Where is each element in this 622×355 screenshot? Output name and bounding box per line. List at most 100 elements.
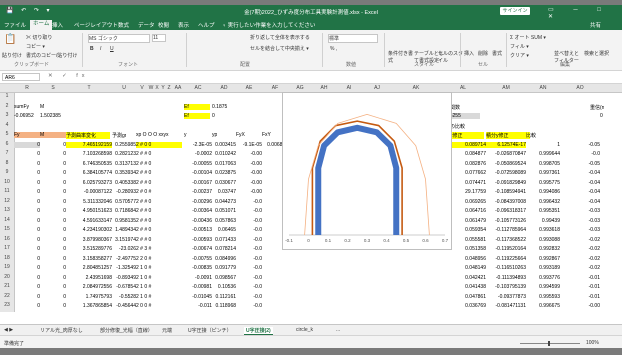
table-cell[interactable]: 2 1 0 # [136, 275, 182, 281]
row-header[interactable]: 18 [0, 254, 15, 264]
cell[interactable]: 0.1875 [212, 104, 227, 110]
table-cell[interactable]: -0.0 [236, 294, 262, 300]
column-header[interactable]: U [112, 85, 136, 91]
row-header[interactable]: 17 [0, 245, 15, 255]
table-cell[interactable]: -0.105773126 [486, 218, 526, 224]
table-cell[interactable]: -0.084397008 [486, 199, 526, 205]
table-cell[interactable]: 0 [14, 246, 40, 252]
table-cell[interactable]: -0.09377873 [486, 294, 526, 300]
sheet-nav-arrows[interactable]: ◀ ▶ [4, 327, 13, 333]
merge-center-button[interactable]: セルを結合して中央揃え ▾ [250, 45, 309, 52]
table-cell[interactable]: -0.00436 [184, 218, 212, 224]
table-cell[interactable]: -0.00237 [184, 189, 212, 195]
column-header[interactable]: AG [288, 85, 312, 91]
cell[interactable]: FyX [236, 132, 245, 138]
table-cell[interactable]: -0.050869524 [486, 161, 526, 167]
cell[interactable]: FxY [262, 132, 271, 138]
row-header[interactable]: 2 [0, 102, 15, 112]
row-header[interactable]: 5 [0, 131, 15, 141]
table-cell[interactable]: 0 [40, 303, 66, 309]
table-cell[interactable]: 2 # # 0 [136, 218, 182, 224]
table-cell[interactable]: 4.234190302 [66, 227, 112, 233]
delete-cells-button[interactable]: 削除 [478, 50, 488, 57]
paste-button[interactable]: 貼り付け [2, 52, 22, 59]
table-cell[interactable]: 1 [526, 142, 560, 148]
table-cell[interactable]: 0.084996 [212, 256, 236, 262]
row-header[interactable]: 10 [0, 178, 15, 188]
row-header[interactable]: 8 [0, 159, 15, 169]
table-cell[interactable]: 0.992832 [526, 246, 560, 252]
cell[interactable]: Ef [184, 113, 210, 119]
tab-0[interactable]: ファイル [4, 21, 26, 29]
table-cell[interactable]: -0.01045 [184, 294, 212, 300]
table-cell[interactable]: -0.00513 [184, 227, 212, 233]
table-cell[interactable]: 0 [40, 142, 66, 148]
table-cell[interactable]: -0.00674 [184, 246, 212, 252]
number-format-select[interactable]: 標準 [328, 34, 378, 43]
table-cell[interactable]: -0.011 [184, 303, 212, 309]
column-header[interactable]: AN [526, 85, 560, 91]
column-header[interactable]: AE [236, 85, 262, 91]
cell[interactable]: 予測曲率変化 [66, 132, 110, 139]
table-cell[interactable]: 6.384105774 [66, 170, 112, 176]
table-cell[interactable]: -0.0 [236, 199, 262, 205]
find-select-button[interactable]: 検索と選択 [584, 50, 610, 57]
table-cell[interactable]: 0.112161 [212, 294, 236, 300]
table-cell[interactable]: -9.1E-05 [236, 142, 262, 148]
table-cell[interactable]: 2.43951698 [66, 275, 112, 281]
cell[interactable]: Ef [184, 103, 210, 110]
table-cell[interactable]: 0.996432 [526, 199, 560, 205]
clear-button[interactable]: クリア ▾ [510, 52, 529, 59]
table-cell[interactable]: -0.072598089 [486, 170, 526, 176]
table-cell[interactable]: -0.026870847 [486, 151, 526, 157]
table-cell[interactable]: -0.02 [560, 256, 600, 262]
cell[interactable]: sumFy [14, 104, 29, 110]
zoom-slider-knob[interactable] [548, 341, 550, 346]
table-cell[interactable]: -0.111394893 [486, 275, 526, 281]
table-cell[interactable]: -0.0 [236, 265, 262, 271]
row-header[interactable]: 7 [0, 150, 15, 160]
underline-button[interactable]: U [110, 46, 114, 52]
series-line-0[interactable] [315, 124, 400, 235]
cell[interactable]: 0 [600, 113, 603, 119]
table-cell[interactable]: 0.999644 [526, 151, 560, 157]
format-painter-button[interactable]: 書式のコピー/貼り付け [26, 52, 77, 59]
table-cell[interactable]: 7.103268598 [66, 151, 112, 157]
cut-button[interactable]: ✂ 切り取り [26, 34, 52, 41]
insert-cells-button[interactable]: 挿入 [464, 50, 474, 57]
table-cell[interactable]: 0.030677 [212, 180, 236, 186]
table-cell[interactable]: 2 1 0 # [136, 284, 182, 290]
signin-button[interactable]: サインイン [500, 7, 530, 15]
table-cell[interactable]: 2 # # 0 [136, 227, 182, 233]
table-cell[interactable]: 0.10536 [212, 284, 236, 290]
table-cell[interactable]: 0.057863 [212, 218, 236, 224]
table-cell[interactable]: 3.158358277 [66, 256, 112, 262]
table-cell[interactable]: 3.515289776 [66, 246, 112, 252]
table-cell[interactable]: -0.03 [560, 227, 600, 233]
table-cell[interactable]: 0 [14, 294, 40, 300]
sheet-tab[interactable]: リアル光_肉厚なし [40, 327, 83, 334]
table-cell[interactable]: 1.74975793 [66, 294, 112, 300]
cell[interactable]: M [40, 132, 66, 138]
table-cell[interactable]: 1.489434 [112, 227, 136, 233]
table-cell[interactable]: 0 [40, 265, 66, 271]
table-cell[interactable]: -0.00104 [184, 170, 212, 176]
table-cell[interactable]: 0 [14, 141, 40, 148]
table-cell[interactable]: 2.084972556 [66, 284, 112, 290]
sheet-tab[interactable]: U字圧接(2) [244, 327, 273, 335]
table-cell[interactable]: 2 0 0 # [136, 303, 182, 309]
table-cell[interactable]: 0.99439 [526, 218, 560, 224]
table-cell[interactable]: -0.45644 [112, 303, 136, 309]
table-cell[interactable]: 2 # # 0 [136, 170, 182, 176]
table-cell[interactable]: 0 [14, 265, 40, 271]
column-header[interactable]: AK [392, 85, 440, 91]
share-button[interactable]: 共有 [590, 21, 601, 29]
table-cell[interactable]: 0 [14, 189, 40, 195]
table-cell[interactable]: -0.116510263 [486, 265, 527, 271]
table-cell[interactable]: -0.01 [560, 294, 600, 300]
table-cell[interactable]: 0 [14, 284, 40, 290]
table-cell[interactable]: 0.718684 [112, 208, 136, 214]
table-cell[interactable]: -0.00835 [184, 265, 212, 271]
table-cell[interactable]: -0.00167 [184, 180, 212, 186]
table-cell[interactable]: -0.091829849 [486, 180, 526, 186]
